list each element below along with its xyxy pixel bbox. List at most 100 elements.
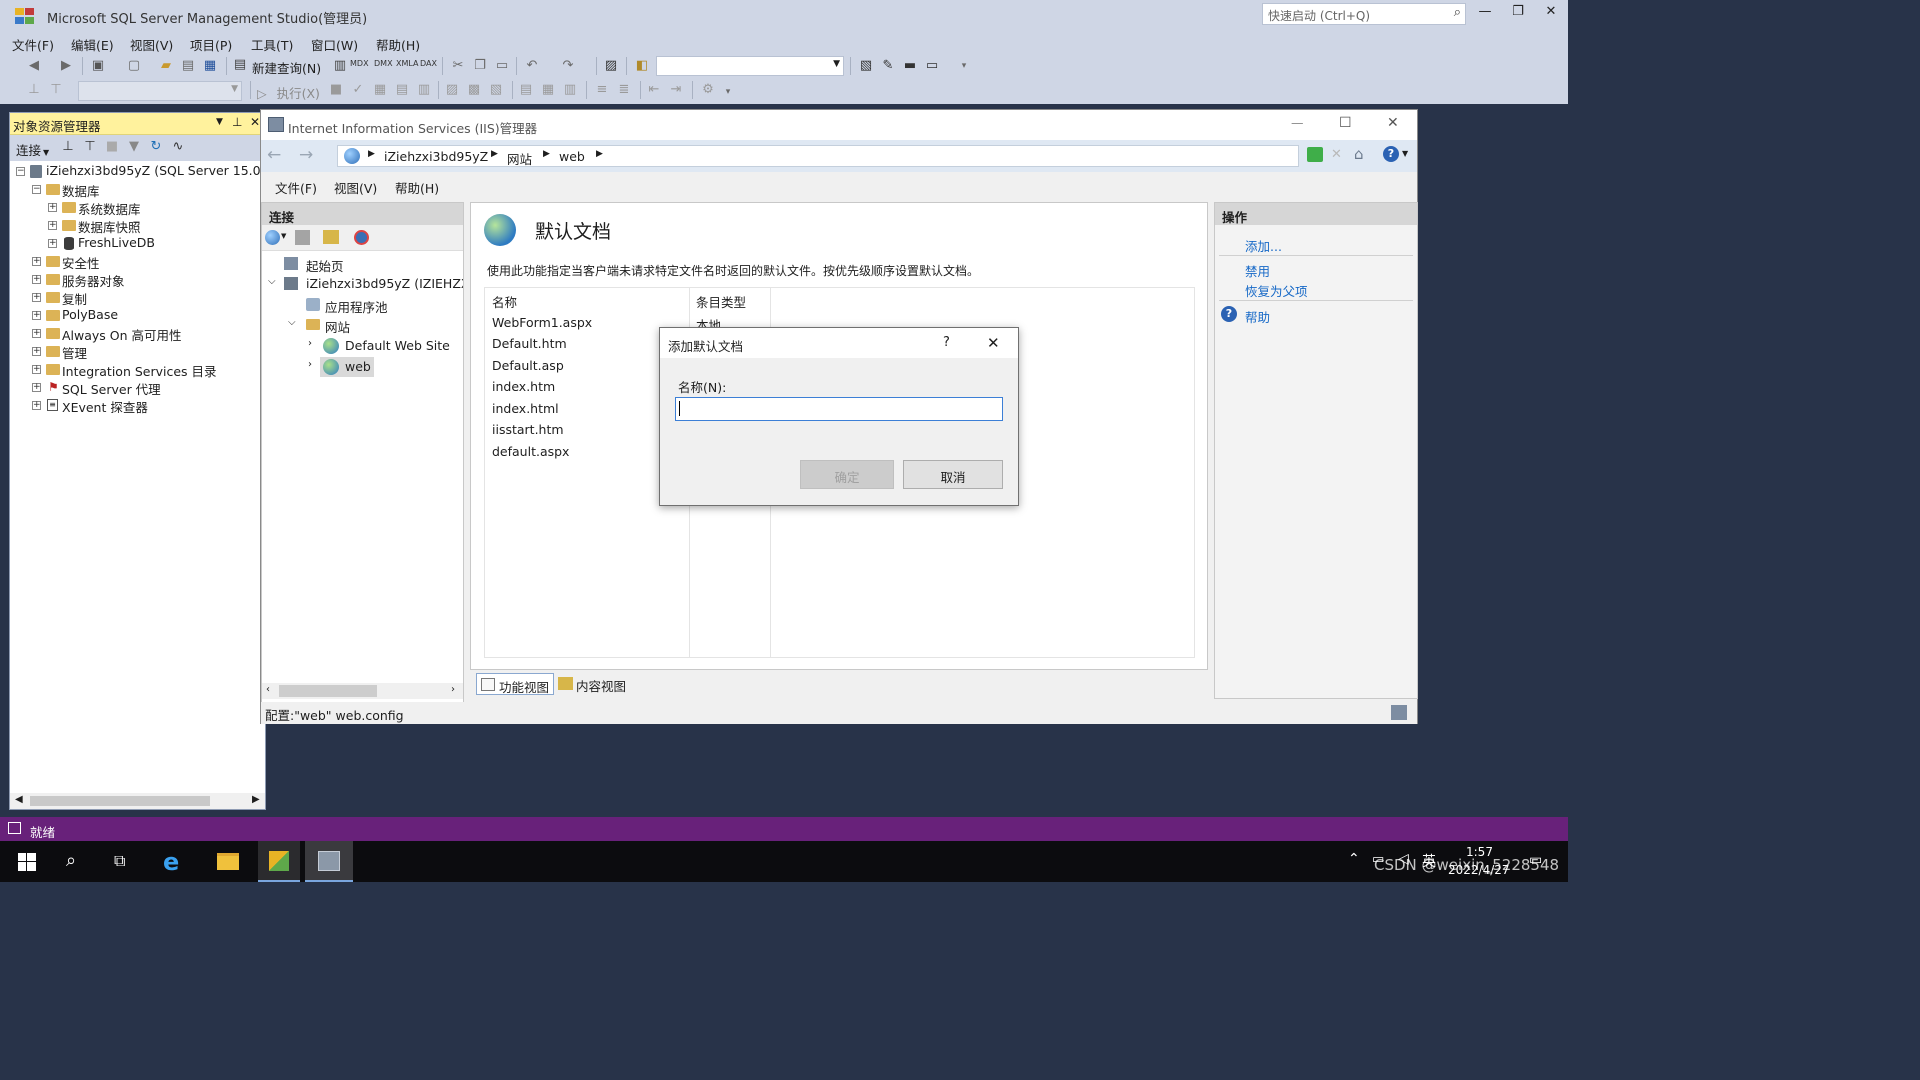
save-icon[interactable]: ▤	[180, 58, 196, 74]
toolbar-overflow-icon[interactable]: ▾	[720, 84, 736, 100]
menu-tools[interactable]: 工具(T)	[251, 35, 293, 54]
filter-icon[interactable]: ▼	[126, 139, 142, 155]
query-designer-icon[interactable]: ▤	[394, 82, 410, 98]
menu-help[interactable]: 帮助(H)	[376, 35, 420, 54]
activity-monitor-icon[interactable]: ▨	[603, 58, 619, 74]
taskbar-iis-button[interactable]	[305, 841, 353, 882]
query-options-icon[interactable]: ▥	[416, 82, 432, 98]
stop-icon[interactable]: ✕	[1331, 147, 1342, 162]
action-add-link[interactable]: 添加...	[1245, 236, 1282, 255]
parse-icon[interactable]: ✓	[350, 82, 366, 98]
menu-view[interactable]: 视图(V)	[334, 178, 377, 197]
action-revert-link[interactable]: 恢复为父项	[1245, 281, 1308, 300]
specify-values-icon[interactable]: ⚙	[700, 82, 716, 98]
tab-content-view[interactable]: 内容视图	[556, 673, 634, 695]
quick-launch-input[interactable]: 快速启动 (Ctrl+Q) ⌕	[1262, 3, 1466, 25]
expand-icon[interactable]: +	[32, 347, 41, 356]
scroll-right-icon[interactable]: ▶	[252, 794, 260, 805]
scrollbar-thumb[interactable]	[279, 685, 377, 697]
menu-edit[interactable]: 编辑(E)	[71, 35, 114, 54]
connect-globe-icon[interactable]	[265, 230, 280, 245]
column-header-entry-type[interactable]: 条目类型	[696, 292, 746, 311]
expand-icon[interactable]: +	[48, 203, 57, 212]
menu-file[interactable]: 文件(F)	[12, 35, 54, 54]
results-file-icon[interactable]: ▥	[562, 82, 578, 98]
help-icon[interactable]: ?	[1383, 146, 1399, 162]
expand-icon[interactable]: +	[32, 383, 41, 392]
action-disable-link[interactable]: 禁用	[1245, 261, 1270, 280]
dmx-query-icon[interactable]: DMX	[374, 59, 393, 68]
activity-monitor-icon[interactable]: ∿	[170, 139, 186, 155]
find-icon[interactable]: ◧	[634, 58, 650, 74]
breadcrumb-item-sites[interactable]: 网站	[507, 149, 532, 168]
expand-icon[interactable]: +	[32, 401, 41, 410]
available-databases-combo[interactable]: ▼	[78, 81, 242, 101]
expand-icon[interactable]: +	[32, 365, 41, 374]
chevron-right-icon[interactable]: ›	[308, 359, 312, 370]
stop-icon[interactable]: ■	[328, 82, 344, 98]
live-stats-icon[interactable]: ▧	[488, 82, 504, 98]
toolbar-overflow-icon[interactable]: ▾	[956, 58, 972, 74]
scrollbar-thumb[interactable]	[30, 796, 210, 806]
horizontal-scrollbar[interactable]: ‹ ›	[262, 683, 463, 699]
tab-features-view[interactable]: 功能视图	[476, 673, 554, 695]
expand-icon[interactable]: +	[48, 239, 57, 248]
tree-node-server[interactable]: − iZiehzxi3bd95yZ (SQL Server 15.0.20	[10, 163, 265, 181]
internet-explorer-icon[interactable]: e	[163, 848, 179, 876]
search-icon[interactable]: ⌕	[66, 850, 76, 871]
collapse-icon[interactable]: −	[16, 167, 25, 176]
cancel-button[interactable]: 取消	[903, 460, 1003, 489]
taskbar-ssms-button[interactable]	[258, 841, 300, 882]
scroll-left-icon[interactable]: ‹	[266, 684, 270, 695]
comment-icon[interactable]: ≡	[594, 82, 610, 98]
results-text-icon[interactable]: ▤	[518, 82, 534, 98]
forward-icon[interactable]: →	[299, 145, 313, 165]
include-plan-icon[interactable]: ▩	[466, 82, 482, 98]
maximize-button[interactable]: ☐	[1339, 115, 1352, 131]
menu-view[interactable]: 视图(V)	[130, 35, 173, 54]
minimize-button[interactable]: —	[1470, 4, 1500, 26]
chevron-up-icon[interactable]: ⌃	[1348, 851, 1360, 867]
uncomment-icon[interactable]: ≣	[616, 82, 632, 98]
decrease-indent-icon[interactable]: ⇤	[646, 82, 662, 98]
xmla-query-icon[interactable]: XMLA	[396, 59, 419, 68]
expand-icon[interactable]: +	[32, 311, 41, 320]
display-plan-icon[interactable]: ▦	[372, 82, 388, 98]
refresh-icon[interactable]	[1307, 147, 1323, 162]
ok-button[interactable]: 确定	[800, 460, 894, 489]
properties-icon[interactable]: ✎	[880, 58, 896, 74]
paste-icon[interactable]: ▭	[494, 58, 510, 74]
task-view-icon[interactable]: ⧉	[114, 851, 125, 871]
chevron-down-icon[interactable]: ▼	[281, 232, 286, 240]
chevron-right-icon[interactable]: ›	[308, 338, 312, 349]
expand-icon[interactable]: +	[32, 275, 41, 284]
windows-start-icon[interactable]	[18, 853, 36, 871]
connect-icon[interactable]: ⊥	[60, 139, 76, 155]
back-icon[interactable]: ◀	[26, 58, 42, 74]
menu-window[interactable]: 窗口(W)	[311, 35, 358, 54]
connect-dropdown[interactable]: 连接 ▼	[16, 140, 49, 159]
cut-icon[interactable]: ✂	[450, 58, 466, 74]
save-icon[interactable]	[295, 230, 310, 245]
close-button[interactable]: ✕	[1536, 4, 1566, 26]
pin-icon[interactable]: ⊥	[232, 115, 242, 129]
database-engine-query-icon[interactable]: ▥	[332, 58, 348, 74]
results-grid-icon[interactable]: ▦	[540, 82, 556, 98]
restore-button[interactable]: ❐	[1503, 4, 1533, 26]
disconnect-icon[interactable]: ⊤	[82, 139, 98, 155]
command-window-icon[interactable]: ▭	[924, 58, 940, 74]
breadcrumb-item-web[interactable]: web	[559, 149, 585, 164]
minimize-button[interactable]: —	[1291, 115, 1304, 130]
chevron-down-icon[interactable]: ⌵	[268, 276, 276, 287]
back-icon[interactable]: ←	[267, 145, 281, 165]
add-item-icon[interactable]: ▢	[126, 58, 142, 74]
column-header-name[interactable]: 名称	[492, 292, 517, 311]
open-file-icon[interactable]: ▰	[158, 58, 174, 74]
action-help-link[interactable]: 帮助	[1245, 307, 1270, 326]
breadcrumb-item-server[interactable]: iZiehzxi3bd95yZ	[384, 149, 488, 164]
disconnect-icon[interactable]: ⊤	[48, 82, 64, 98]
home-icon[interactable]: ⌂	[1354, 145, 1364, 163]
increase-indent-icon[interactable]: ⇥	[668, 82, 684, 98]
stop-icon[interactable]: ■	[104, 139, 120, 155]
scroll-left-icon[interactable]: ◀	[15, 794, 23, 805]
